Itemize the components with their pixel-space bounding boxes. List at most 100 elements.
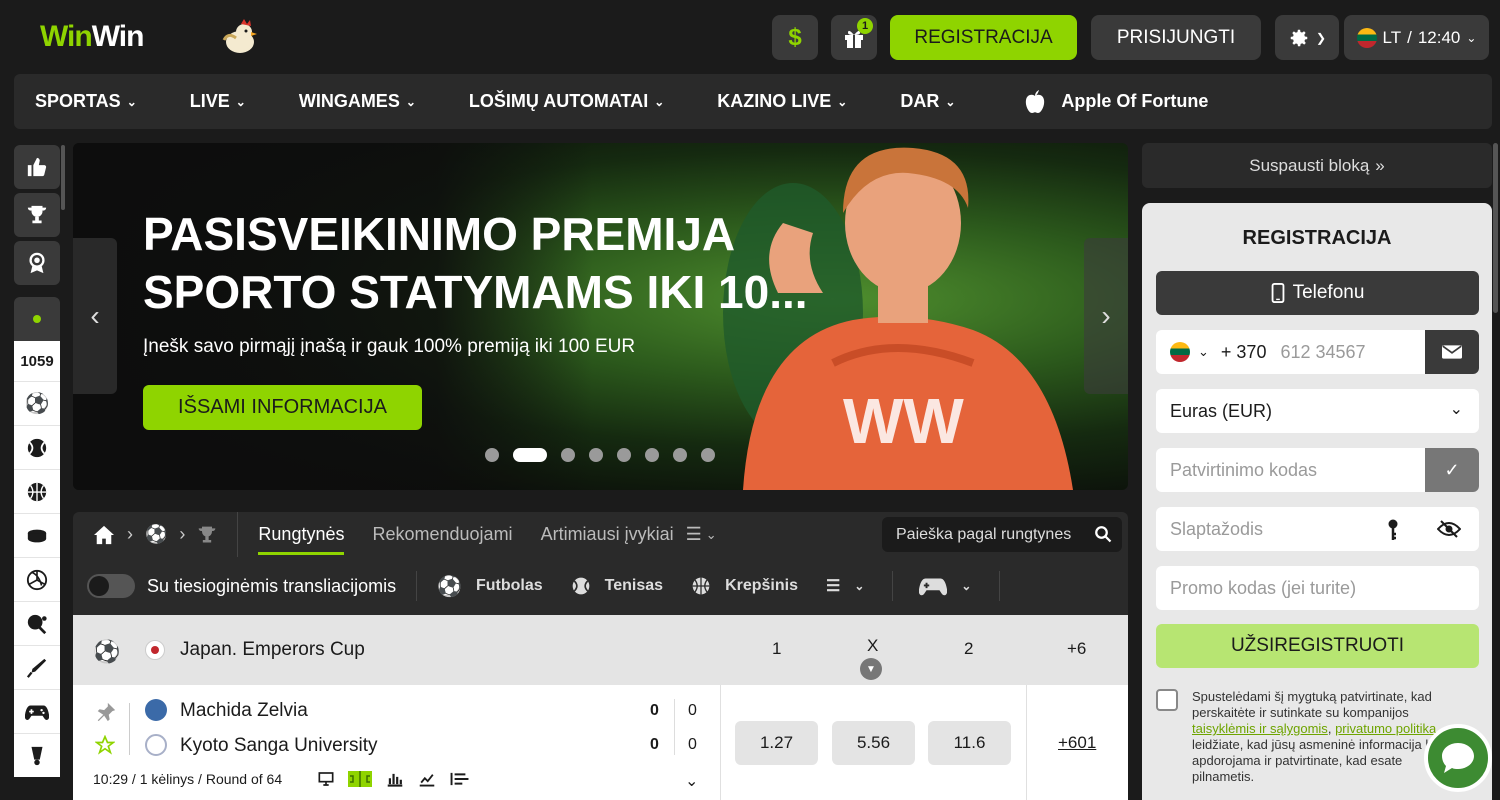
trend-chart-icon[interactable]	[418, 771, 436, 787]
registration-title: REGISTRACIJA	[1242, 227, 1392, 249]
register-by-phone-tab[interactable]: Telefonu	[1156, 271, 1479, 315]
banner-dot-active[interactable]	[513, 448, 547, 462]
deposit-button[interactable]: $	[772, 15, 818, 60]
banner-dot[interactable]	[485, 448, 499, 462]
achievements-button[interactable]	[14, 241, 60, 285]
terms-link[interactable]: taisyklėmis ir sąlygomis	[1192, 721, 1328, 736]
trophy-icon	[27, 205, 47, 224]
events-filter-bar: › ⚽ › Rungtynės Rekomenduojami Artimiaus…	[73, 512, 1128, 557]
email-switch-button[interactable]	[1425, 330, 1479, 374]
league-header-row[interactable]: ⚽ Japan. Emperors Cup 1 X ▼ 2 +6	[73, 615, 1128, 685]
chevron-down-icon[interactable]: ▼	[860, 658, 882, 680]
nav-apple-of-fortune[interactable]: Apple Of Fortune	[1023, 89, 1208, 115]
match-row[interactable]: Machida Zelvia Kyoto Sanga University 0 …	[73, 685, 1128, 800]
rail-tennis[interactable]	[14, 425, 60, 469]
banner-dot[interactable]	[673, 448, 687, 462]
banner-dot[interactable]	[561, 448, 575, 462]
basketball-icon	[692, 577, 710, 595]
more-markets-link[interactable]: +601	[1058, 733, 1096, 753]
odds-home-button[interactable]: 1.27	[735, 721, 818, 765]
settings-button[interactable]: ❯	[1275, 15, 1339, 60]
banner-dot[interactable]	[589, 448, 603, 462]
tab-matches[interactable]: Rungtynės	[258, 512, 345, 557]
nav-live[interactable]: LIVE ⌄	[190, 91, 246, 112]
winwin-logo[interactable]: WinWin	[40, 20, 144, 54]
rail-basketball[interactable]	[14, 469, 60, 513]
stream-toggle[interactable]	[87, 574, 135, 598]
soccer-ball-icon[interactable]: ⚽	[145, 524, 167, 545]
rail-soccer[interactable]: ⚽	[14, 381, 60, 425]
checkmark-icon: ✓	[1444, 459, 1460, 480]
odds-draw-button[interactable]: 5.56	[832, 721, 915, 765]
rail-table-tennis[interactable]	[14, 601, 60, 645]
promo-banner[interactable]: WW PASISVEIKINIMO PREMIJA SPORTO STATYMA…	[73, 143, 1128, 490]
banner-dot[interactable]	[645, 448, 659, 462]
nav-slots[interactable]: LOŠIMŲ AUTOMATAI ⌄	[469, 91, 664, 112]
home-icon[interactable]	[93, 525, 115, 545]
chat-button[interactable]	[1424, 724, 1492, 792]
rail-scrollbar[interactable]	[61, 145, 65, 210]
search-icon[interactable]	[1094, 525, 1112, 543]
confirm-code-button[interactable]: ✓	[1425, 448, 1479, 492]
tennis-ball-icon	[572, 577, 590, 595]
rail-hockey[interactable]	[14, 513, 60, 557]
trophy-icon[interactable]	[197, 525, 217, 545]
nav-live-casino[interactable]: KAZINO LIVE ⌄	[717, 91, 847, 112]
banner-dot[interactable]	[617, 448, 631, 462]
key-icon[interactable]	[1387, 519, 1399, 541]
more-sports-menu[interactable]: ☰ ⌄	[826, 576, 864, 596]
filter-basketball[interactable]: Krepšinis	[691, 576, 798, 596]
tab-upcoming[interactable]: Artimiausi įvykiai ☰ ⌄	[541, 512, 717, 557]
esports-menu[interactable]: ⌄	[919, 575, 971, 597]
rail-badminton[interactable]	[14, 733, 60, 777]
odds-away-button[interactable]: 11.6	[928, 721, 1011, 765]
terms-checkbox[interactable]	[1156, 689, 1178, 711]
nav-more[interactable]: DAR ⌄	[900, 91, 955, 112]
star-icon[interactable]	[95, 735, 115, 755]
confirmation-code-field[interactable]: Patvirtinimo kodas ✓	[1156, 448, 1479, 492]
register-button[interactable]: REGISTRACIJA	[890, 15, 1077, 60]
col-header-more[interactable]: +6	[1067, 639, 1086, 659]
lineup-list-icon[interactable]	[450, 771, 470, 787]
banner-dot[interactable]	[701, 448, 715, 462]
tournaments-button[interactable]	[14, 193, 60, 237]
rail-volleyball[interactable]	[14, 557, 60, 601]
nav-wingames[interactable]: WINGAMES ⌄	[299, 91, 416, 112]
tab-recommended[interactable]: Rekomenduojami	[372, 512, 512, 557]
match-search-input[interactable]: Paieška pagal rungtynes	[882, 517, 1122, 552]
privacy-link[interactable]: privatumo politika	[1335, 721, 1436, 736]
pin-icon[interactable]	[95, 701, 117, 723]
chevron-down-icon: ❯	[1315, 30, 1327, 45]
banner-pagination	[485, 448, 715, 462]
submit-registration-button[interactable]: UŽSIREGISTRUOTI	[1156, 624, 1479, 668]
rail-esports[interactable]	[14, 689, 60, 733]
right-scrollbar[interactable]	[1493, 143, 1498, 313]
eye-slash-icon[interactable]	[1437, 520, 1461, 538]
monitor-icon[interactable]	[318, 771, 334, 787]
banner-next-button[interactable]: ›	[1084, 238, 1128, 394]
phone-input[interactable]: 612 34567	[1280, 342, 1365, 363]
live-dot-icon	[33, 315, 41, 323]
filter-tennis[interactable]: Tenisas	[571, 576, 663, 596]
live-indicator[interactable]	[14, 297, 60, 341]
promo-code-field[interactable]: Promo kodas (jei turite)	[1156, 566, 1479, 610]
password-field[interactable]: Slaptažodis	[1156, 507, 1479, 551]
rail-cricket[interactable]	[14, 645, 60, 689]
chevron-down-icon[interactable]: ⌄	[1198, 344, 1209, 360]
field-icon[interactable]	[348, 771, 372, 787]
language-time-selector[interactable]: LT / 12:40 ⌄	[1344, 15, 1489, 60]
login-button[interactable]: PRISIJUNGTI	[1091, 15, 1261, 60]
banner-details-button[interactable]: IŠSAMI INFORMACIJA	[143, 385, 422, 430]
banner-prev-button[interactable]: ‹	[73, 238, 117, 394]
gift-button[interactable]: 1	[831, 15, 877, 60]
phone-field[interactable]: ⌄ + 370 612 34567	[1156, 330, 1479, 374]
chevron-down-icon[interactable]: ⌄	[685, 771, 698, 791]
favorites-button[interactable]	[14, 145, 60, 189]
lithuania-flag-icon	[1170, 342, 1190, 362]
bar-chart-icon[interactable]	[386, 771, 404, 787]
nav-sportas[interactable]: SPORTAS ⌄	[35, 91, 137, 112]
chevron-down-icon: ⌄	[126, 94, 137, 109]
currency-select[interactable]: Euras (EUR) ⌄	[1156, 389, 1479, 433]
filter-soccer[interactable]: ⚽ Futbolas	[437, 574, 543, 599]
collapse-block-button[interactable]: Suspausti bloką »	[1142, 143, 1492, 188]
